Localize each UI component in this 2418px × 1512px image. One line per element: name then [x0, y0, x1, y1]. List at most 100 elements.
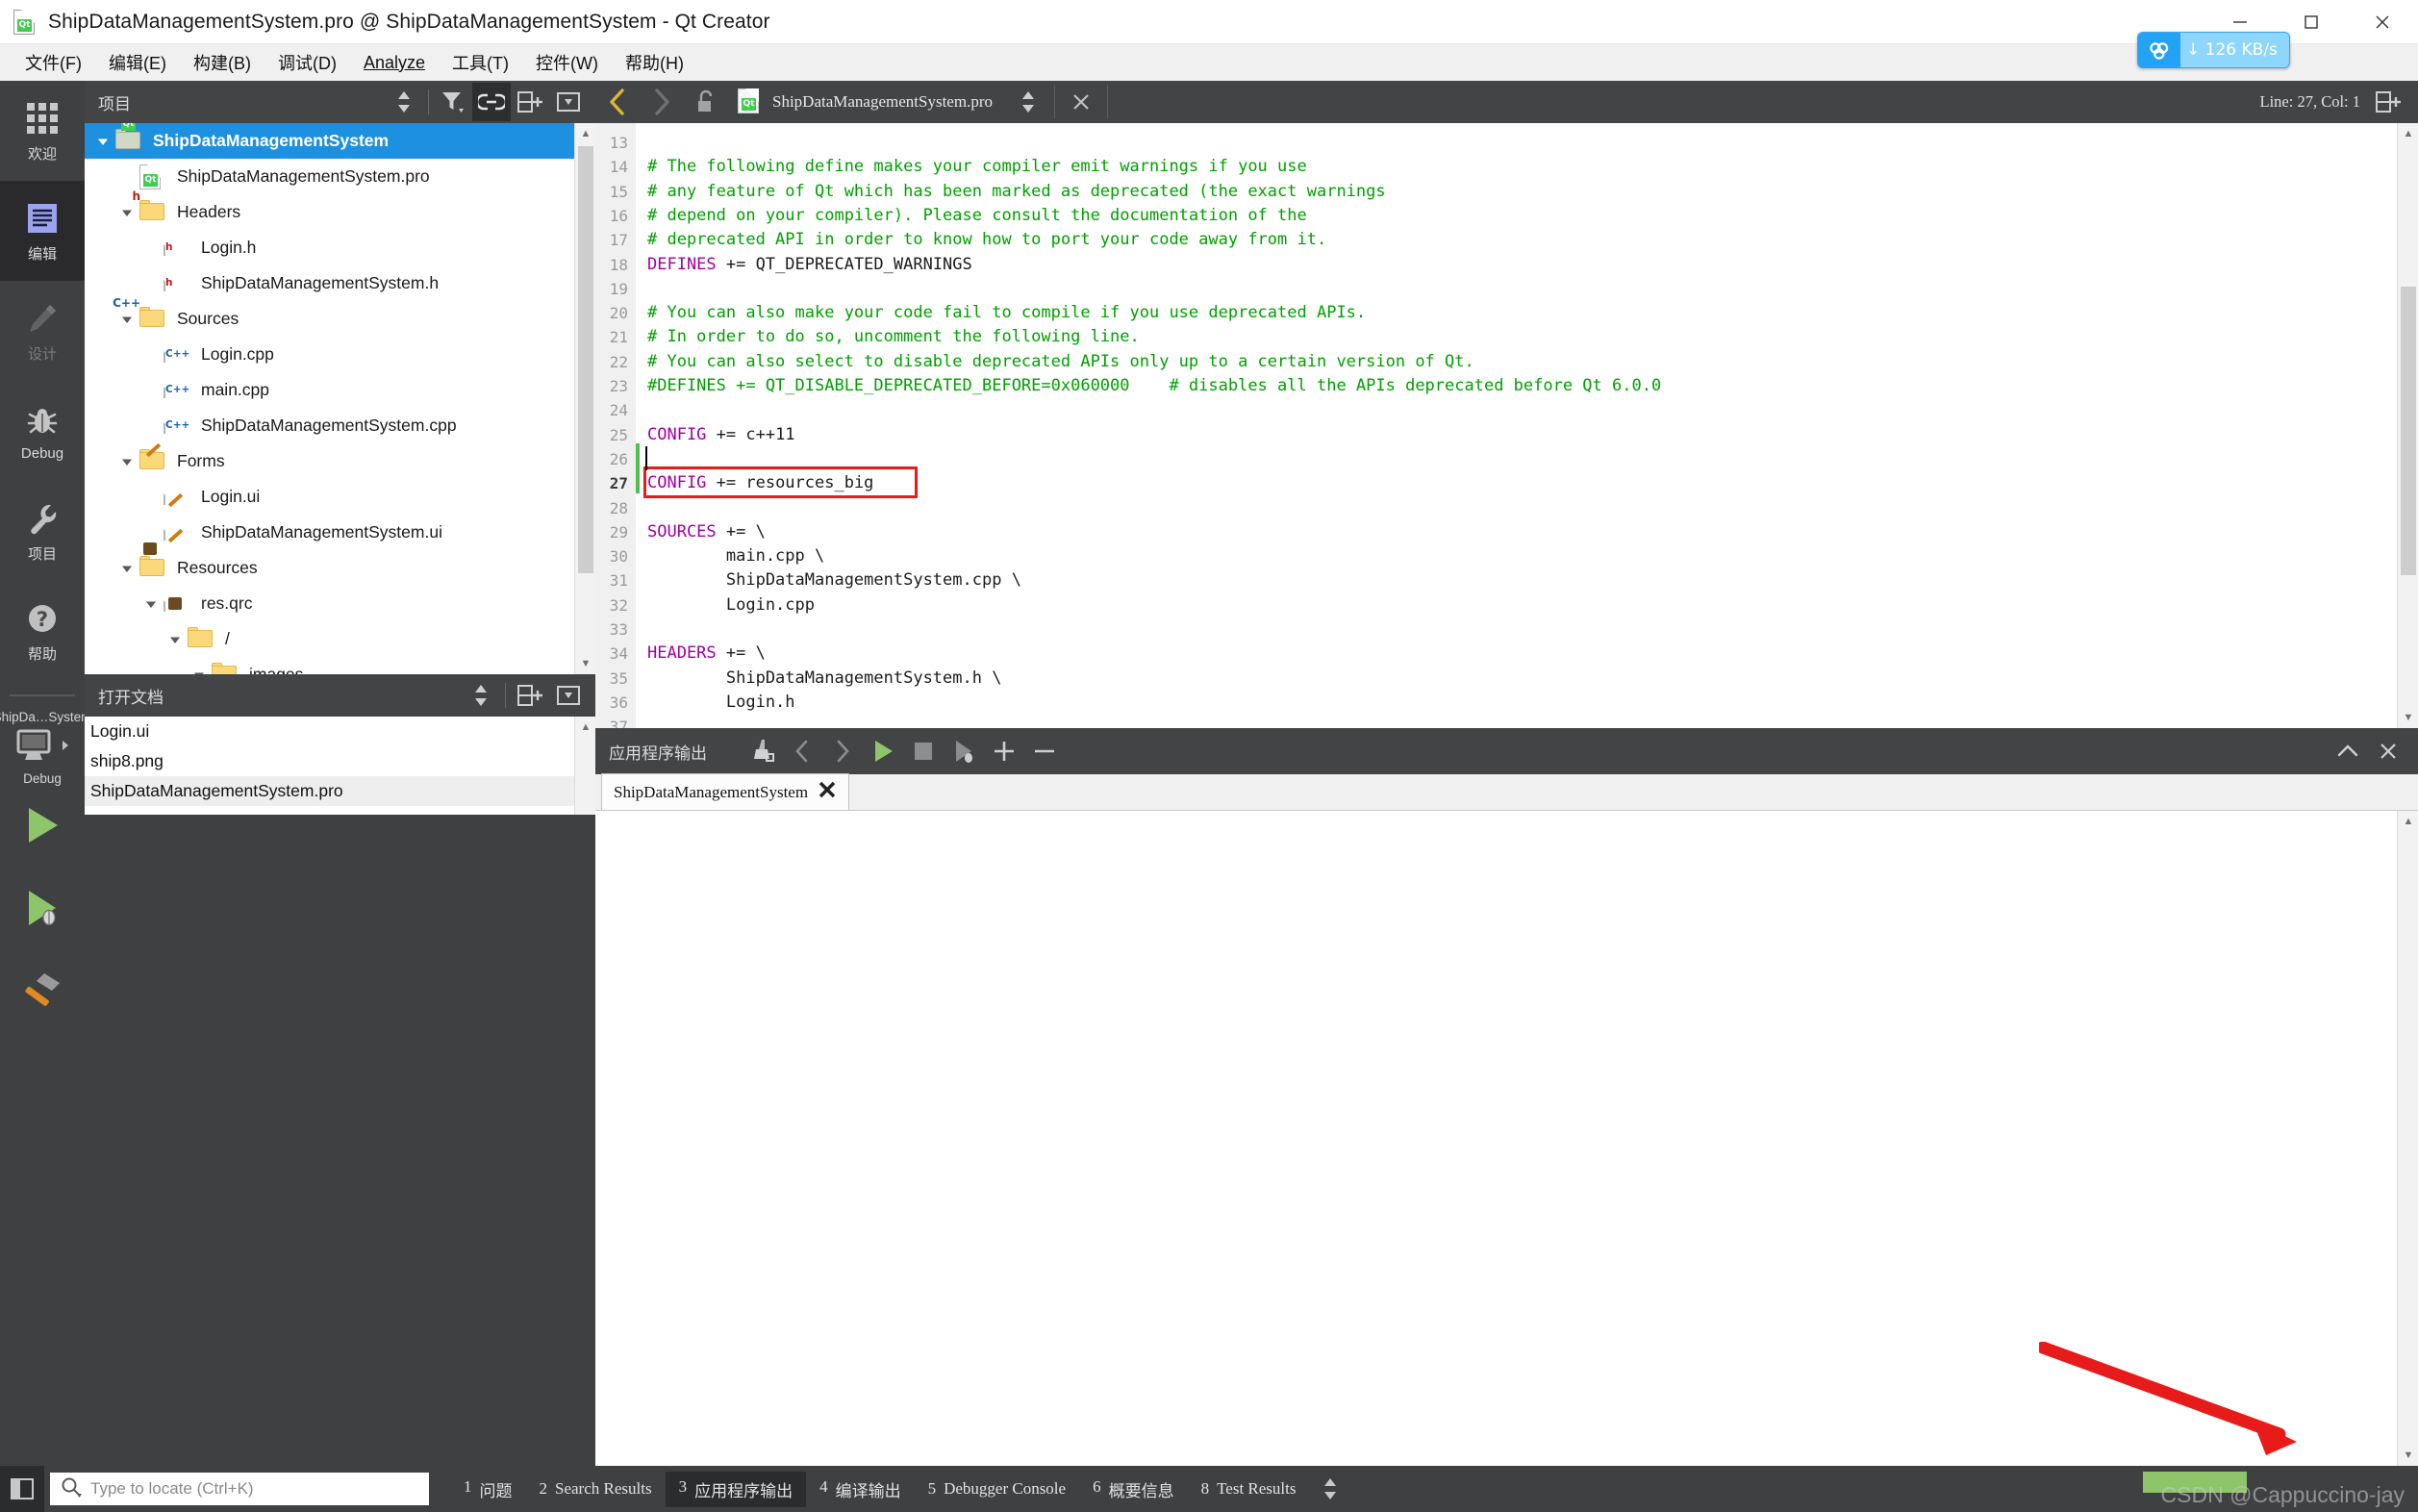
- mode-projects[interactable]: 项目: [0, 481, 85, 581]
- code-line[interactable]: 29 SOURCES += \: [595, 520, 2394, 544]
- menu-file[interactable]: 文件(F): [12, 46, 95, 79]
- tree-item[interactable]: Login.ui: [85, 479, 595, 515]
- sidebar-toggle-icon[interactable]: [0, 1466, 44, 1512]
- code-line[interactable]: 26: [595, 447, 2394, 471]
- tree-item[interactable]: C++ ShipDataManagementSystem.cpp: [85, 408, 595, 443]
- mode-welcome[interactable]: 欢迎: [0, 81, 85, 181]
- code-line[interactable]: 33: [595, 617, 2394, 642]
- go-forward-button[interactable]: [640, 81, 684, 123]
- tree-item[interactable]: res.qrc: [85, 586, 595, 621]
- chevron-down-icon[interactable]: [114, 313, 139, 326]
- split-icon[interactable]: [511, 676, 549, 715]
- build-button[interactable]: [0, 951, 85, 1034]
- split-icon[interactable]: [2366, 81, 2410, 123]
- chevron-down-icon[interactable]: [114, 455, 139, 468]
- mode-design[interactable]: 设计: [0, 281, 85, 381]
- stop-icon[interactable]: [903, 730, 944, 772]
- open-documents-scrollbar[interactable]: ▲: [574, 717, 595, 815]
- code-line[interactable]: 22 # You can also select to disable depre…: [595, 350, 2394, 374]
- code-line[interactable]: 17 # deprecated API in order to know how …: [595, 228, 2394, 252]
- tree-item[interactable]: ShipDataManagementSystem.ui: [85, 515, 595, 550]
- chevron-down-icon[interactable]: [114, 562, 139, 575]
- menu-help[interactable]: 帮助(H): [612, 46, 697, 79]
- code-line[interactable]: 23 #DEFINES += QT_DISABLE_DEPRECATED_BEFO…: [595, 374, 2394, 398]
- locator-input[interactable]: Type to locate (Ctrl+K): [50, 1473, 429, 1505]
- plus-icon[interactable]: [984, 730, 1024, 772]
- link-icon[interactable]: [472, 83, 511, 121]
- chevron-left-icon[interactable]: [782, 730, 822, 772]
- up-down-arrows-icon[interactable]: [462, 676, 500, 715]
- open-document-item[interactable]: ship8.png: [85, 746, 595, 776]
- close-icon[interactable]: [818, 780, 837, 804]
- tree-item[interactable]: Resources: [85, 542, 595, 586]
- mode-help[interactable]: ? 帮助: [0, 581, 85, 681]
- code-line[interactable]: 15 # any feature of Qt which has been mar…: [595, 180, 2394, 204]
- tree-item[interactable]: Qt ShipDataManagementSystem.pro: [85, 159, 595, 194]
- code-line[interactable]: 30 main.cpp \: [595, 544, 2394, 568]
- scroll-up-icon[interactable]: ▲: [575, 123, 595, 144]
- minus-icon[interactable]: [1024, 730, 1065, 772]
- code-line[interactable]: 16 # depend on your compiler). Please con…: [595, 204, 2394, 228]
- code-line[interactable]: 13: [595, 131, 2394, 155]
- project-tree-scrollbar[interactable]: ▲ ▼: [574, 123, 595, 674]
- open-document-item[interactable]: Login.ui: [85, 717, 595, 746]
- editor-file-selector[interactable]: [1006, 81, 1050, 123]
- kit-selector[interactable]: ShipDa…System Debug: [0, 704, 91, 786]
- tree-item[interactable]: h Headers: [85, 190, 595, 230]
- output-tab[interactable]: ShipDataManagementSystem: [601, 773, 850, 810]
- mode-debug[interactable]: Debug: [0, 381, 85, 481]
- code-line[interactable]: 28: [595, 496, 2394, 520]
- close-split-icon[interactable]: [549, 83, 588, 121]
- close-icon[interactable]: [2347, 0, 2418, 44]
- code-line[interactable]: 36 Login.h: [595, 691, 2394, 715]
- code-line[interactable]: 34 HEADERS += \: [595, 642, 2394, 666]
- code-line[interactable]: 18 DEFINES += QT_DEPRECATED_WARNINGS: [595, 253, 2394, 277]
- chevron-right-icon[interactable]: [822, 730, 863, 772]
- scroll-down-icon[interactable]: ▼: [575, 653, 595, 674]
- code-line[interactable]: 37: [595, 715, 2394, 728]
- tree-item[interactable]: C++ main.cpp: [85, 372, 595, 408]
- scroll-down-icon[interactable]: ▼: [2398, 707, 2418, 728]
- code-line[interactable]: 14 # The following define makes your comp…: [595, 155, 2394, 179]
- scroll-up-icon[interactable]: ▲: [2398, 811, 2418, 832]
- status-tab[interactable]: 3 应用程序输出: [665, 1471, 807, 1507]
- scroll-up-icon[interactable]: ▲: [2398, 123, 2418, 144]
- tree-item[interactable]: Qt ShipDataManagementSystem: [85, 123, 595, 159]
- menu-debug[interactable]: 调试(D): [264, 46, 350, 79]
- chevron-down-icon[interactable]: [114, 206, 139, 219]
- tree-item[interactable]: images: [85, 657, 595, 674]
- project-tree[interactable]: Qt ShipDataManagementSystem Qt ShipDataMana…: [85, 123, 595, 674]
- chevron-down-icon[interactable]: [90, 135, 115, 148]
- filter-icon[interactable]: [434, 83, 472, 121]
- status-tab[interactable]: 1 问题: [450, 1472, 526, 1507]
- tree-item[interactable]: Forms: [85, 442, 595, 479]
- tree-item[interactable]: h ShipDataManagementSystem.h: [85, 265, 595, 301]
- status-tab[interactable]: 8 Test Results: [1188, 1474, 1310, 1504]
- tree-item[interactable]: h Login.h: [85, 230, 595, 265]
- up-down-arrows-icon[interactable]: [385, 83, 423, 121]
- code-line[interactable]: 21 # In order to do so, uncomment the fol…: [595, 325, 2394, 349]
- tree-item[interactable]: C++ Login.cpp: [85, 337, 595, 372]
- scrollbar-thumb[interactable]: [2401, 287, 2416, 575]
- code-line[interactable]: 19: [595, 277, 2394, 301]
- status-tab[interactable]: 6 概要信息: [1079, 1472, 1188, 1507]
- editor-filename[interactable]: ShipDataManagementSystem.pro: [772, 92, 993, 112]
- menu-window[interactable]: 控件(W): [522, 46, 612, 79]
- menu-analyze[interactable]: Analyze: [350, 49, 439, 77]
- split-icon[interactable]: [511, 83, 549, 121]
- status-tab[interactable]: 4 编译输出: [806, 1472, 915, 1507]
- up-down-arrows-icon[interactable]: [1322, 1475, 1339, 1502]
- broom-icon[interactable]: [742, 730, 782, 772]
- debug-button[interactable]: [0, 869, 85, 951]
- scrollbar-thumb[interactable]: [578, 146, 593, 573]
- code-line[interactable]: 24: [595, 398, 2394, 422]
- chevron-up-icon[interactable]: [2328, 730, 2368, 772]
- run-button[interactable]: [0, 786, 85, 869]
- code-line[interactable]: 20 # You can also make your code fail to …: [595, 301, 2394, 325]
- close-icon[interactable]: [2368, 730, 2408, 772]
- play-icon[interactable]: [863, 730, 903, 772]
- menu-tools[interactable]: 工具(T): [439, 46, 522, 79]
- code-line[interactable]: 25 CONFIG += c++11: [595, 423, 2394, 447]
- scroll-down-icon[interactable]: ▼: [2398, 1445, 2418, 1466]
- code-line[interactable]: 32 Login.cpp: [595, 593, 2394, 617]
